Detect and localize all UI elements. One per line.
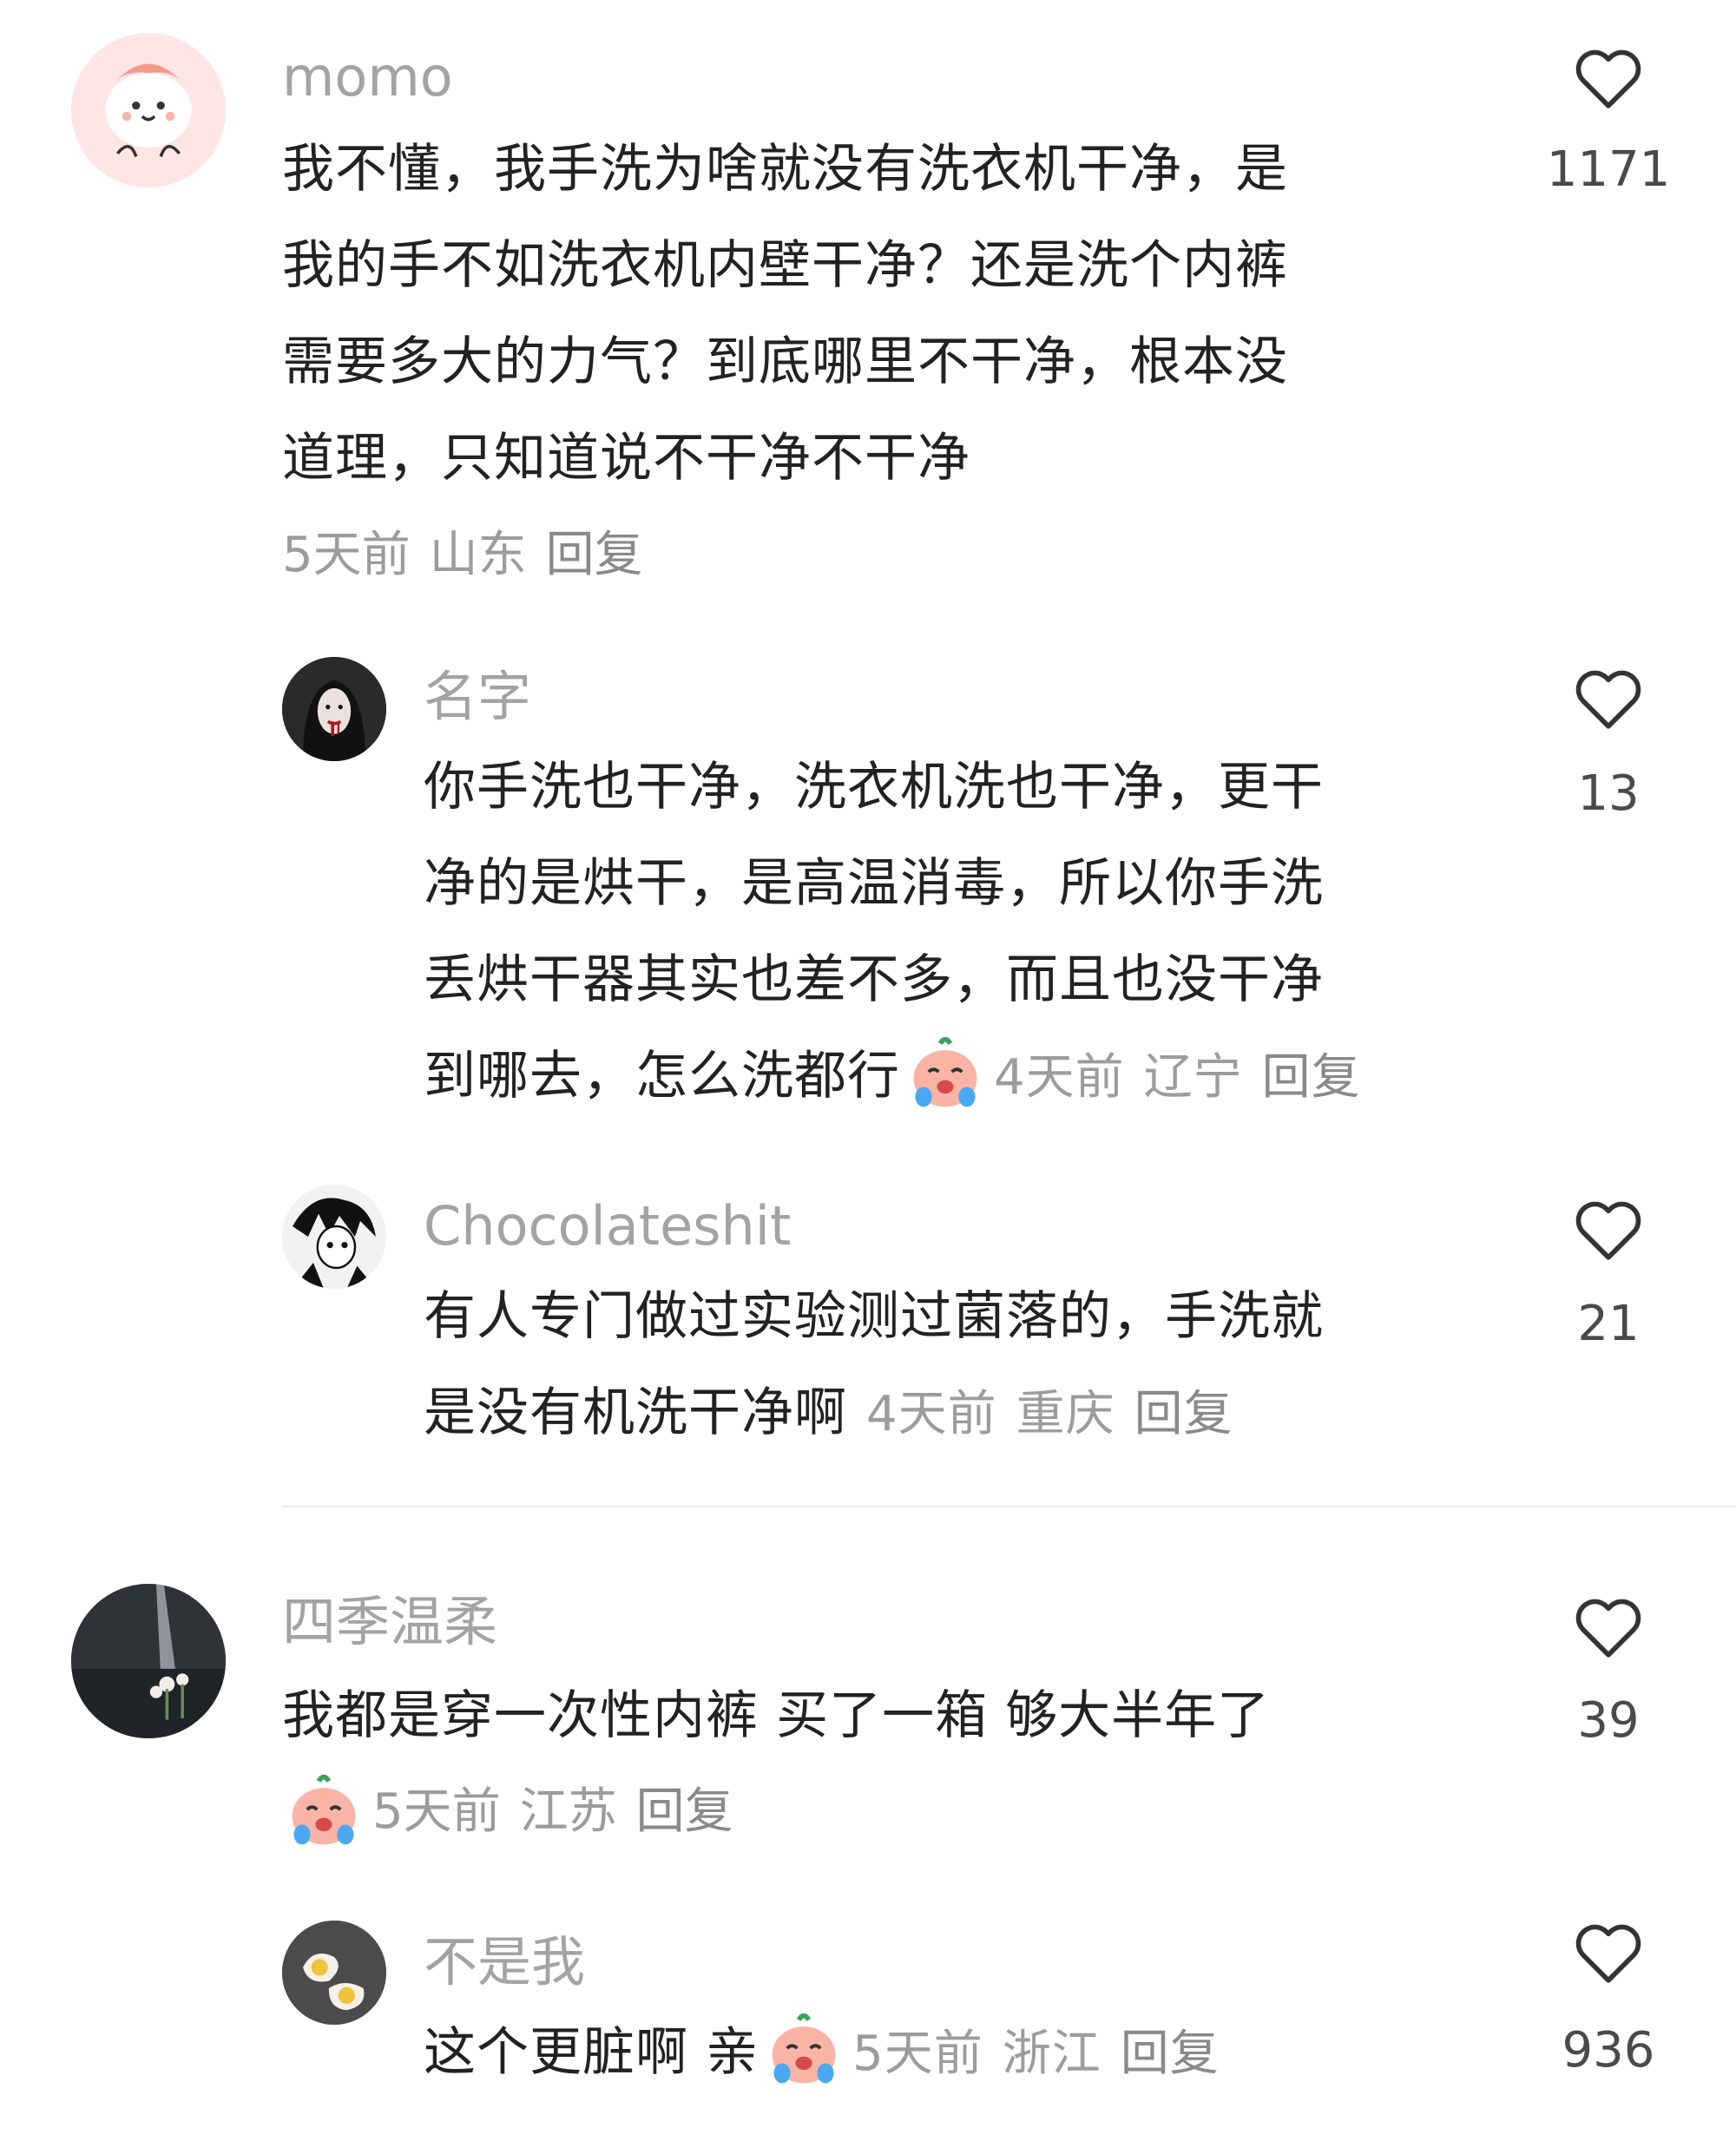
like-count: 936 [1562, 2022, 1655, 2079]
avatar[interactable] [71, 33, 226, 187]
reply-button[interactable]: 回复 [1262, 1049, 1361, 1106]
username[interactable]: 四季温柔 [282, 1595, 497, 1649]
comment-time: 4天前 [994, 1049, 1125, 1106]
comment-line: 你手洗也干净，洗衣机洗也干净，更干 [424, 757, 1324, 818]
comment-location: 山东 [429, 527, 527, 583]
comment-line: 是没有机洗干净啊 [424, 1382, 847, 1443]
like-button[interactable] [1569, 1588, 1647, 1666]
heart-outline-icon [1575, 49, 1641, 108]
avatar[interactable] [282, 657, 386, 761]
comment-time: 5天前 [282, 527, 411, 583]
avatar[interactable] [282, 1921, 386, 2025]
like-count: 21 [1577, 1296, 1640, 1352]
comment-line-last: 是没有机洗干净啊 4天前 重庆 回复 [424, 1365, 1500, 1462]
like-count: 13 [1577, 765, 1640, 822]
comment-text: 有人专门做过实验测过菌落的，手洗就 是没有机洗干净啊 4天前 重庆 回复 [424, 1269, 1500, 1462]
like-count: 1171 [1546, 141, 1671, 198]
username[interactable]: Chocolateshit [424, 1199, 791, 1253]
username[interactable]: 不是我 [424, 1935, 585, 1989]
comment-line-last: 这个更脏啊 亲 5天前 浙江 回复 [424, 2005, 1500, 2102]
comment-line-last: 到哪去，怎么洗都行 4天前 辽宁 回复 [424, 1028, 1500, 1126]
comment-line: 道理，只知道说不干净不干净 [282, 428, 970, 489]
comment-line: 这个更脏啊 亲 [424, 2022, 760, 2083]
comment-meta: 5天前 江苏 回复 [282, 1770, 733, 1856]
crying-face-emoji-icon [904, 1032, 987, 1115]
comment-meta: 5天前 山东 回复 [282, 531, 643, 580]
comment-line: 净的是烘干，是高温消毒，所以你手洗 [424, 853, 1324, 914]
dark-portrait-avatar-icon [282, 657, 386, 761]
heart-outline-icon [1575, 1201, 1641, 1260]
like-button[interactable] [1569, 1191, 1647, 1269]
comment-time: 5天前 [372, 1783, 501, 1840]
comment-line: 我不懂，我手洗为啥就没有洗衣机干净，是 [282, 139, 1288, 200]
reply-button[interactable]: 回复 [1134, 1386, 1233, 1442]
comment-line: 有人专门做过实验测过菌落的，手洗就 [424, 1286, 1324, 1347]
comment-line: 我的手不如洗衣机内壁干净？还是洗个内裤 [282, 235, 1288, 296]
comment-location: 浙江 [1002, 2026, 1101, 2082]
comment-text: 你手洗也干净，洗衣机洗也干净，更干 净的是烘干，是高温消毒，所以你手洗 丢烘干器… [424, 739, 1500, 1126]
pink-cartoon-avatar-icon [71, 33, 226, 187]
heart-outline-icon [1575, 1599, 1641, 1658]
comment-location: 辽宁 [1143, 1049, 1243, 1106]
comment-time: 4天前 [866, 1386, 997, 1442]
like-button[interactable] [1569, 1914, 1647, 1992]
heart-outline-icon [1575, 1924, 1641, 1983]
comment-line: 到哪去，怎么洗都行 [424, 1046, 900, 1107]
comment-location: 江苏 [519, 1783, 617, 1840]
comment-text: 这个更脏啊 亲 5天前 浙江 回复 [424, 2005, 1500, 2102]
reply-button[interactable]: 回复 [1121, 2026, 1220, 2082]
avatar[interactable] [71, 1584, 226, 1738]
comment-text: 我不懂，我手洗为啥就没有洗衣机干净，是 我的手不如洗衣机内壁干净？还是洗个内裤 … [282, 121, 1515, 507]
divider [282, 1506, 1736, 1507]
eggs-avatar-icon [282, 1921, 386, 2025]
username[interactable]: momo [282, 50, 453, 104]
like-button[interactable] [1569, 660, 1647, 738]
comment-line: 需要多大的力气？到底哪里不干净，根本没 [282, 332, 1288, 392]
avatar[interactable] [282, 1185, 386, 1289]
like-button[interactable] [1569, 39, 1647, 117]
like-count: 39 [1577, 1692, 1640, 1749]
manga-avatar-icon [282, 1185, 386, 1289]
reply-button[interactable]: 回复 [636, 1783, 733, 1840]
comment-time: 5天前 [852, 2026, 983, 2082]
night-scene-avatar-icon [71, 1584, 226, 1738]
crying-face-emoji-icon [762, 2008, 845, 2092]
reply-button[interactable]: 回复 [546, 527, 643, 583]
username[interactable]: 名字 [424, 670, 531, 724]
heart-outline-icon [1575, 670, 1641, 729]
crying-face-emoji-icon [282, 1770, 365, 1853]
comment-location: 重庆 [1016, 1386, 1115, 1442]
comment-text: 我都是穿一次性内裤 买了一箱 够大半年了 [282, 1668, 1515, 1764]
comment-line: 丢烘干器其实也差不多，而且也没干净 [424, 949, 1324, 1010]
comment-line: 我都是穿一次性内裤 买了一箱 够大半年了 [282, 1685, 1271, 1746]
